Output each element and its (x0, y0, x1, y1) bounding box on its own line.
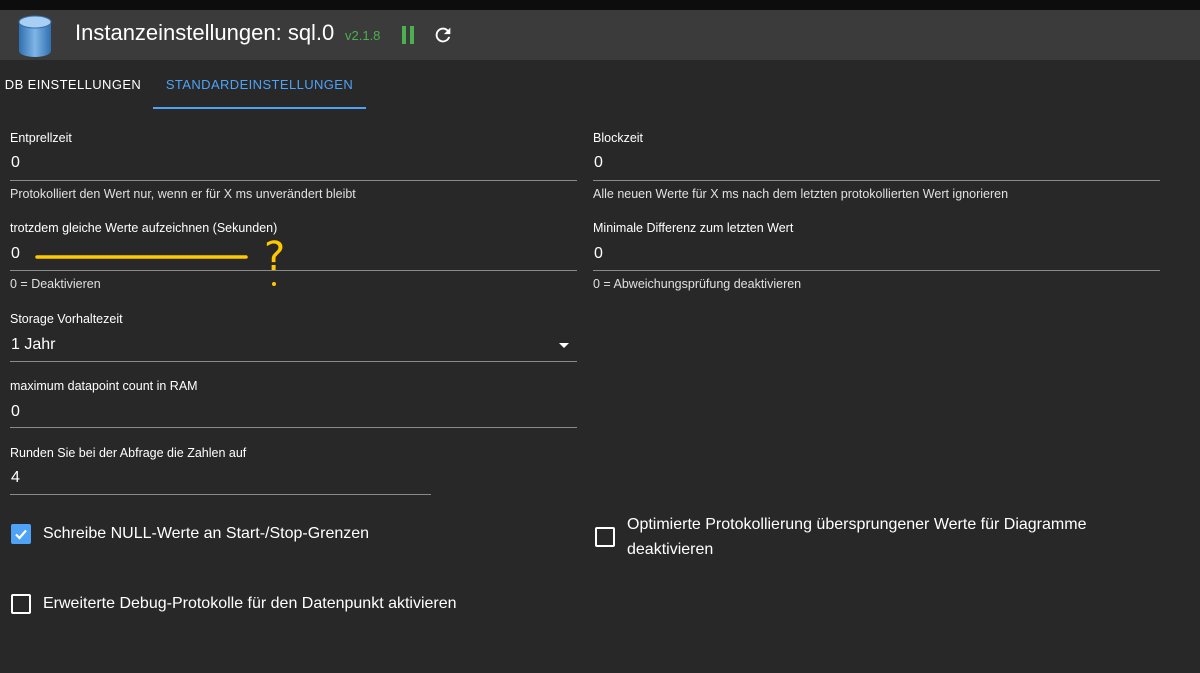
block-label: Blockzeit (593, 131, 644, 145)
debug-logs-label: Erweiterte Debug-Protokolle für den Date… (43, 595, 457, 612)
debounce-help: Protokolliert den Wert nur, wenn er für … (10, 187, 356, 201)
retention-label: Storage Vorhaltezeit (10, 312, 123, 326)
page-title: Instanzeinstellungen: sql.0 (75, 20, 335, 45)
window-top-strip (0, 0, 1200, 10)
tab-bar: DB EINSTELLUNGEN STANDARDEINSTELLUNGEN (0, 60, 1200, 110)
min-diff-underline (593, 270, 1160, 271)
tab-db-settings[interactable]: DB EINSTELLUNGEN (0, 60, 146, 108)
refresh-icon[interactable] (432, 24, 454, 46)
block-input[interactable]: 0 (594, 154, 603, 172)
debug-logs-checkbox[interactable] (11, 594, 31, 614)
same-values-help: 0 = Deaktivieren (10, 277, 101, 291)
annotation-dot (272, 282, 276, 286)
min-diff-input[interactable]: 0 (594, 245, 603, 263)
database-icon (18, 15, 52, 57)
same-values-input[interactable]: 0 (11, 245, 20, 263)
annotation-question-mark: ? (264, 234, 285, 280)
tab-default-settings[interactable]: STANDARDEINSTELLUNGEN (153, 60, 366, 108)
max-ram-input[interactable]: 0 (11, 403, 20, 421)
round-underline (10, 494, 431, 495)
block-underline (593, 180, 1160, 181)
version-badge: v2.1.8 (345, 28, 381, 43)
min-diff-help: 0 = Abweichungsprüfung deaktivieren (593, 277, 802, 291)
null-values-checkbox[interactable] (11, 524, 31, 544)
pause-icon[interactable] (400, 26, 416, 44)
same-values-label: trotzdem gleiche Werte aufzeichnen (Seku… (10, 221, 278, 235)
optimized-logging-checkbox[interactable] (595, 527, 615, 547)
null-values-label: Schreibe NULL-Werte an Start-/Stop-Grenz… (43, 525, 370, 542)
app-header: Instanzeinstellungen: sql.0 v2.1.8 (0, 10, 1200, 60)
round-input[interactable]: 4 (11, 469, 20, 487)
min-diff-label: Minimale Differenz zum letzten Wert (593, 221, 794, 235)
debounce-input[interactable]: 0 (11, 154, 20, 172)
max-ram-underline (10, 427, 577, 428)
active-tab-indicator (153, 107, 366, 109)
optimized-logging-label: Optimierte Protokollierung übersprungene… (627, 516, 1087, 558)
round-label: Runden Sie bei der Abfrage die Zahlen au… (10, 446, 247, 460)
retention-select[interactable]: 1 Jahr (11, 336, 55, 354)
checkmark-icon (15, 529, 27, 540)
retention-underline (10, 361, 577, 362)
same-values-underline (10, 270, 577, 271)
debounce-underline (10, 180, 577, 181)
dropdown-arrow-icon[interactable] (559, 343, 569, 348)
max-ram-label: maximum datapoint count in RAM (10, 379, 198, 393)
debounce-label: Entprellzeit (10, 131, 72, 145)
block-help: Alle neuen Werte für X ms nach dem letzt… (593, 187, 1009, 201)
